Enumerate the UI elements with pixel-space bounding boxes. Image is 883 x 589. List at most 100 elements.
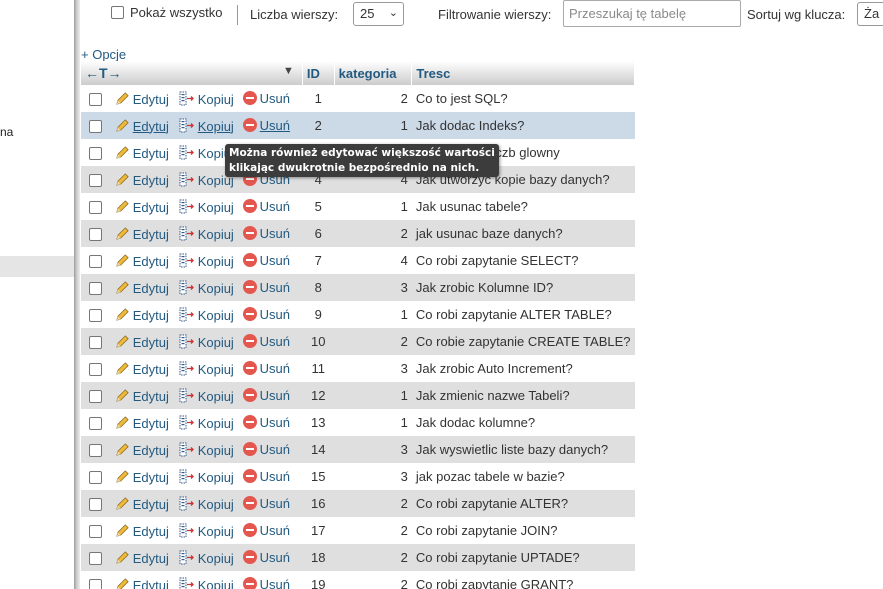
- copy-icon[interactable]: [179, 577, 195, 589]
- cell-kategoria[interactable]: 1: [334, 382, 412, 409]
- edit-action[interactable]: Edytuj: [110, 301, 175, 328]
- copy-icon[interactable]: [179, 199, 195, 215]
- options-toggle[interactable]: + Opcje: [81, 47, 126, 62]
- edit-action[interactable]: Edytuj: [110, 517, 175, 544]
- pencil-icon[interactable]: [115, 172, 130, 188]
- cell-tresc[interactable]: Co robi zapytanie ALTER?: [411, 490, 635, 517]
- delete-action[interactable]: Usuń: [238, 463, 303, 490]
- table-row[interactable]: Edytuj Kopiuj Usuń 18 2 Co robi zapytanie UPT…: [81, 544, 635, 571]
- edit-link[interactable]: Edytuj: [133, 308, 169, 323]
- cell-tresc[interactable]: Jak zrobic Kolumne ID?: [411, 274, 635, 301]
- edit-action[interactable]: Edytuj: [110, 85, 175, 112]
- cell-kategoria[interactable]: 3: [334, 436, 412, 463]
- cell-id[interactable]: 5: [302, 193, 335, 220]
- cell-tresc[interactable]: Co robi zapytanie UPTADE?: [411, 544, 635, 571]
- copy-action[interactable]: Kopiuj: [174, 85, 239, 112]
- copy-action[interactable]: Kopiuj: [174, 193, 239, 220]
- delete-link[interactable]: Usuń: [260, 577, 290, 589]
- copy-icon[interactable]: [179, 118, 195, 134]
- cell-kategoria[interactable]: 1: [334, 193, 412, 220]
- cell-kategoria[interactable]: 3: [334, 463, 412, 490]
- edit-link[interactable]: Edytuj: [133, 227, 169, 242]
- cell-id[interactable]: 7: [302, 247, 335, 274]
- filter-rows-input[interactable]: Przeszukaj tę tabelę: [563, 0, 741, 27]
- cell-id[interactable]: 16: [302, 490, 335, 517]
- edit-action[interactable]: Edytuj: [110, 463, 175, 490]
- copy-link[interactable]: Kopiuj: [198, 470, 234, 485]
- delete-link[interactable]: Usuń: [260, 388, 290, 403]
- copy-icon[interactable]: [179, 307, 195, 323]
- delete-link[interactable]: Usuń: [260, 442, 290, 457]
- row-checkbox[interactable]: [89, 147, 103, 161]
- copy-action[interactable]: Kopiuj: [174, 382, 239, 409]
- delete-icon[interactable]: [242, 253, 257, 267]
- table-row[interactable]: Edytuj Kopiuj Usuń 7 4 Co robi zapytanie SELE…: [81, 247, 635, 274]
- copy-link[interactable]: Kopiuj: [198, 362, 234, 377]
- copy-icon[interactable]: [179, 523, 195, 539]
- edit-action[interactable]: Edytuj: [110, 193, 175, 220]
- pencil-icon[interactable]: [115, 334, 130, 350]
- delete-icon[interactable]: [242, 334, 257, 348]
- delete-icon[interactable]: [242, 388, 257, 402]
- copy-link[interactable]: Kopiuj: [198, 308, 234, 323]
- delete-action[interactable]: Usuń: [238, 220, 303, 247]
- cell-kategoria[interactable]: 2: [334, 544, 412, 571]
- pencil-icon[interactable]: [115, 415, 130, 431]
- cell-id[interactable]: 2: [302, 112, 335, 139]
- pencil-icon[interactable]: [115, 307, 130, 323]
- copy-link[interactable]: Kopiuj: [198, 200, 234, 215]
- edit-action[interactable]: Edytuj: [110, 247, 175, 274]
- delete-icon[interactable]: [242, 523, 257, 537]
- show-all-control[interactable]: Pokaż wszystko: [111, 4, 222, 20]
- delete-action[interactable]: Usuń: [238, 193, 303, 220]
- table-row[interactable]: Edytuj Kopiuj Usuń 13 1 Jak dodac kolumne?: [81, 409, 635, 436]
- cell-kategoria[interactable]: 4: [334, 247, 412, 274]
- delete-icon[interactable]: [242, 361, 257, 375]
- delete-link[interactable]: Usuń: [260, 118, 290, 133]
- copy-action[interactable]: Kopiuj: [174, 490, 239, 517]
- pencil-icon[interactable]: [115, 199, 130, 215]
- row-checkbox[interactable]: [89, 201, 103, 215]
- row-checkbox[interactable]: [89, 363, 103, 377]
- table-row[interactable]: Edytuj Kopiuj Usuń 16 2 Co robi zapytanie ALT…: [81, 490, 635, 517]
- delete-icon[interactable]: [242, 496, 257, 510]
- cell-tresc[interactable]: Jak dodac kolumne?: [411, 409, 635, 436]
- nav-selected-item[interactable]: [0, 256, 76, 277]
- copy-icon[interactable]: [179, 280, 195, 296]
- delete-link[interactable]: Usuń: [260, 334, 290, 349]
- delete-action[interactable]: Usuń: [238, 274, 303, 301]
- copy-link[interactable]: Kopiuj: [198, 443, 234, 458]
- delete-action[interactable]: Usuń: [238, 85, 303, 112]
- copy-action[interactable]: Kopiuj: [174, 544, 239, 571]
- copy-icon[interactable]: [179, 253, 195, 269]
- table-row[interactable]: Edytuj Kopiuj Usuń 19 2 Co robi zapytanie GRA…: [81, 571, 635, 589]
- copy-link[interactable]: Kopiuj: [198, 551, 234, 566]
- pencil-icon[interactable]: [115, 118, 130, 134]
- cell-kategoria[interactable]: 2: [334, 490, 412, 517]
- nav-text-fragment[interactable]: na: [0, 125, 13, 139]
- copy-icon[interactable]: [179, 496, 195, 512]
- table-row[interactable]: Edytuj Kopiuj Usuń 12 1 Jak zmienic nazwe Tab…: [81, 382, 635, 409]
- pencil-icon[interactable]: [115, 550, 130, 566]
- delete-link[interactable]: Usuń: [260, 469, 290, 484]
- pencil-icon[interactable]: [115, 523, 130, 539]
- copy-action[interactable]: Kopiuj: [174, 247, 239, 274]
- pencil-icon[interactable]: [115, 361, 130, 377]
- copy-link[interactable]: Kopiuj: [198, 92, 234, 107]
- delete-action[interactable]: Usuń: [238, 544, 303, 571]
- edit-link[interactable]: Edytuj: [133, 524, 169, 539]
- delete-link[interactable]: Usuń: [260, 496, 290, 511]
- row-checkbox[interactable]: [89, 309, 103, 323]
- cell-kategoria[interactable]: 1: [334, 301, 412, 328]
- edit-action[interactable]: Edytuj: [110, 544, 175, 571]
- cell-id[interactable]: 13: [302, 409, 335, 436]
- table-row[interactable]: Edytuj Kopiuj Usuń 10 2 Co robie zapytanie CR…: [81, 328, 635, 355]
- edit-action[interactable]: Edytuj: [110, 382, 175, 409]
- column-arrows-header[interactable]: ←T→ ▼: [81, 61, 303, 85]
- copy-icon[interactable]: [179, 361, 195, 377]
- copy-icon[interactable]: [179, 415, 195, 431]
- row-checkbox[interactable]: [89, 498, 103, 512]
- copy-icon[interactable]: [179, 469, 195, 485]
- table-row[interactable]: Edytuj Kopiuj Usuń 14 3 Jak wyswietlic liste …: [81, 436, 635, 463]
- edit-link[interactable]: Edytuj: [133, 200, 169, 215]
